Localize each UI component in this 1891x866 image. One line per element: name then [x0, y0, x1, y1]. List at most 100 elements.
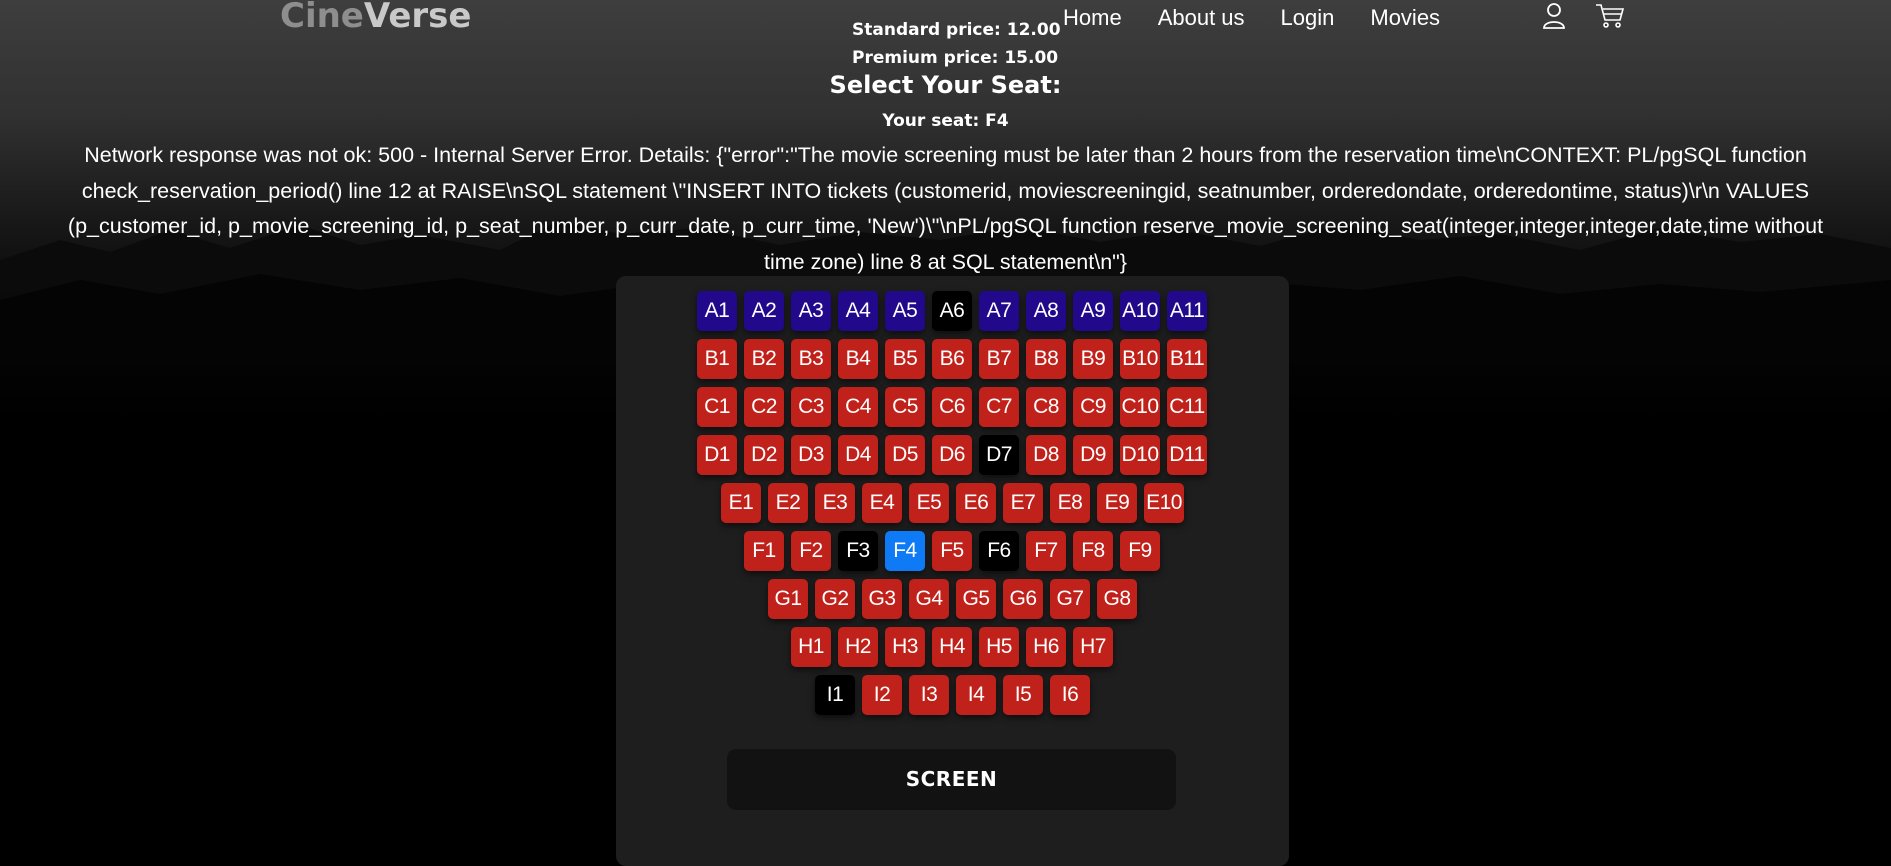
- nav-home-link[interactable]: Home: [1063, 5, 1122, 31]
- seat-h3[interactable]: H3: [885, 627, 925, 667]
- seat-d3[interactable]: D3: [791, 435, 831, 475]
- seat-a2[interactable]: A2: [744, 291, 784, 331]
- user-icon[interactable]: [1542, 2, 1566, 34]
- seat-g8[interactable]: G8: [1097, 579, 1137, 619]
- seat-b10[interactable]: B10: [1120, 339, 1160, 379]
- seat-e6[interactable]: E6: [956, 483, 996, 523]
- cart-icon[interactable]: [1595, 2, 1625, 34]
- nav-about-link[interactable]: About us: [1158, 5, 1245, 31]
- seat-e7[interactable]: E7: [1003, 483, 1043, 523]
- seat-a5[interactable]: A5: [885, 291, 925, 331]
- error-message: Network response was not ok: 500 - Inter…: [67, 143, 1824, 274]
- seat-b4[interactable]: B4: [838, 339, 878, 379]
- seat-i4[interactable]: I4: [956, 675, 996, 715]
- seat-b1[interactable]: B1: [697, 339, 737, 379]
- seat-b2[interactable]: B2: [744, 339, 784, 379]
- seat-f9[interactable]: F9: [1120, 531, 1160, 571]
- seat-g3[interactable]: G3: [862, 579, 902, 619]
- seat-b3[interactable]: B3: [791, 339, 831, 379]
- seat-a1[interactable]: A1: [697, 291, 737, 331]
- seat-b6[interactable]: B6: [932, 339, 972, 379]
- seat-d5[interactable]: D5: [885, 435, 925, 475]
- seat-i2[interactable]: I2: [862, 675, 902, 715]
- seat-g6[interactable]: G6: [1003, 579, 1043, 619]
- brand-logo-part1: Cine: [280, 0, 364, 36]
- brand-logo-part2: Verse: [363, 0, 472, 36]
- seat-b5[interactable]: B5: [885, 339, 925, 379]
- seat-b8[interactable]: B8: [1026, 339, 1066, 379]
- seat-i3[interactable]: I3: [909, 675, 949, 715]
- seat-c10[interactable]: C10: [1120, 387, 1160, 427]
- seat-d8[interactable]: D8: [1026, 435, 1066, 475]
- seat-c1[interactable]: C1: [697, 387, 737, 427]
- seat-g7[interactable]: G7: [1050, 579, 1090, 619]
- seat-a10[interactable]: A10: [1120, 291, 1160, 331]
- brand-logo[interactable]: CineVerse: [280, 0, 471, 36]
- seat-b7[interactable]: B7: [979, 339, 1019, 379]
- seat-f3[interactable]: F3: [838, 531, 878, 571]
- seat-g5[interactable]: G5: [956, 579, 996, 619]
- seat-i5[interactable]: I5: [1003, 675, 1043, 715]
- seat-a11[interactable]: A11: [1167, 291, 1207, 331]
- main-nav: Home About us Login Movies: [1063, 5, 1440, 31]
- seat-c2[interactable]: C2: [744, 387, 784, 427]
- seat-f5[interactable]: F5: [932, 531, 972, 571]
- seat-c6[interactable]: C6: [932, 387, 972, 427]
- seat-e3[interactable]: E3: [815, 483, 855, 523]
- seat-h5[interactable]: H5: [979, 627, 1019, 667]
- seat-e8[interactable]: E8: [1050, 483, 1090, 523]
- seat-f6[interactable]: F6: [979, 531, 1019, 571]
- seat-g2[interactable]: G2: [815, 579, 855, 619]
- seat-d2[interactable]: D2: [744, 435, 784, 475]
- seat-c5[interactable]: C5: [885, 387, 925, 427]
- seat-f2[interactable]: F2: [791, 531, 831, 571]
- seat-h6[interactable]: H6: [1026, 627, 1066, 667]
- seat-a3[interactable]: A3: [791, 291, 831, 331]
- seat-f8[interactable]: F8: [1073, 531, 1113, 571]
- seat-a4[interactable]: A4: [838, 291, 878, 331]
- seat-e10[interactable]: E10: [1144, 483, 1184, 523]
- seat-d9[interactable]: D9: [1073, 435, 1113, 475]
- seat-d4[interactable]: D4: [838, 435, 878, 475]
- seat-a6[interactable]: A6: [932, 291, 972, 331]
- selected-seat-label: Your seat: F4: [882, 111, 1009, 131]
- seat-d7[interactable]: D7: [979, 435, 1019, 475]
- seat-c11[interactable]: C11: [1167, 387, 1207, 427]
- seat-h1[interactable]: H1: [791, 627, 831, 667]
- seat-c9[interactable]: C9: [1073, 387, 1113, 427]
- nav-movies-link[interactable]: Movies: [1370, 5, 1440, 31]
- nav-login-link[interactable]: Login: [1281, 5, 1335, 31]
- seat-a9[interactable]: A9: [1073, 291, 1113, 331]
- seat-h4[interactable]: H4: [932, 627, 972, 667]
- price-info: Standard price: 12.00 Premium price: 15.…: [852, 16, 1061, 72]
- seat-e5[interactable]: E5: [909, 483, 949, 523]
- seat-c3[interactable]: C3: [791, 387, 831, 427]
- seat-h7[interactable]: H7: [1073, 627, 1113, 667]
- seat-b11[interactable]: B11: [1167, 339, 1207, 379]
- seat-g4[interactable]: G4: [909, 579, 949, 619]
- seat-d11[interactable]: D11: [1167, 435, 1207, 475]
- seat-f4[interactable]: F4: [885, 531, 925, 571]
- seat-f7[interactable]: F7: [1026, 531, 1066, 571]
- seat-a8[interactable]: A8: [1026, 291, 1066, 331]
- seat-c8[interactable]: C8: [1026, 387, 1066, 427]
- seat-i1[interactable]: I1: [815, 675, 855, 715]
- seat-f1[interactable]: F1: [744, 531, 784, 571]
- seat-i6[interactable]: I6: [1050, 675, 1090, 715]
- seat-e4[interactable]: E4: [862, 483, 902, 523]
- seat-e2[interactable]: E2: [768, 483, 808, 523]
- seat-e9[interactable]: E9: [1097, 483, 1137, 523]
- seat-d6[interactable]: D6: [932, 435, 972, 475]
- seat-e1[interactable]: E1: [721, 483, 761, 523]
- standard-price: Standard price: 12.00: [852, 20, 1061, 40]
- seat-a7[interactable]: A7: [979, 291, 1019, 331]
- seat-g1[interactable]: G1: [768, 579, 808, 619]
- seat-c4[interactable]: C4: [838, 387, 878, 427]
- premium-price: Premium price: 15.00: [852, 48, 1059, 68]
- seat-c7[interactable]: C7: [979, 387, 1019, 427]
- seat-d10[interactable]: D10: [1120, 435, 1160, 475]
- seat-d1[interactable]: D1: [697, 435, 737, 475]
- screen-indicator: SCREEN: [727, 749, 1176, 810]
- seat-b9[interactable]: B9: [1073, 339, 1113, 379]
- seat-h2[interactable]: H2: [838, 627, 878, 667]
